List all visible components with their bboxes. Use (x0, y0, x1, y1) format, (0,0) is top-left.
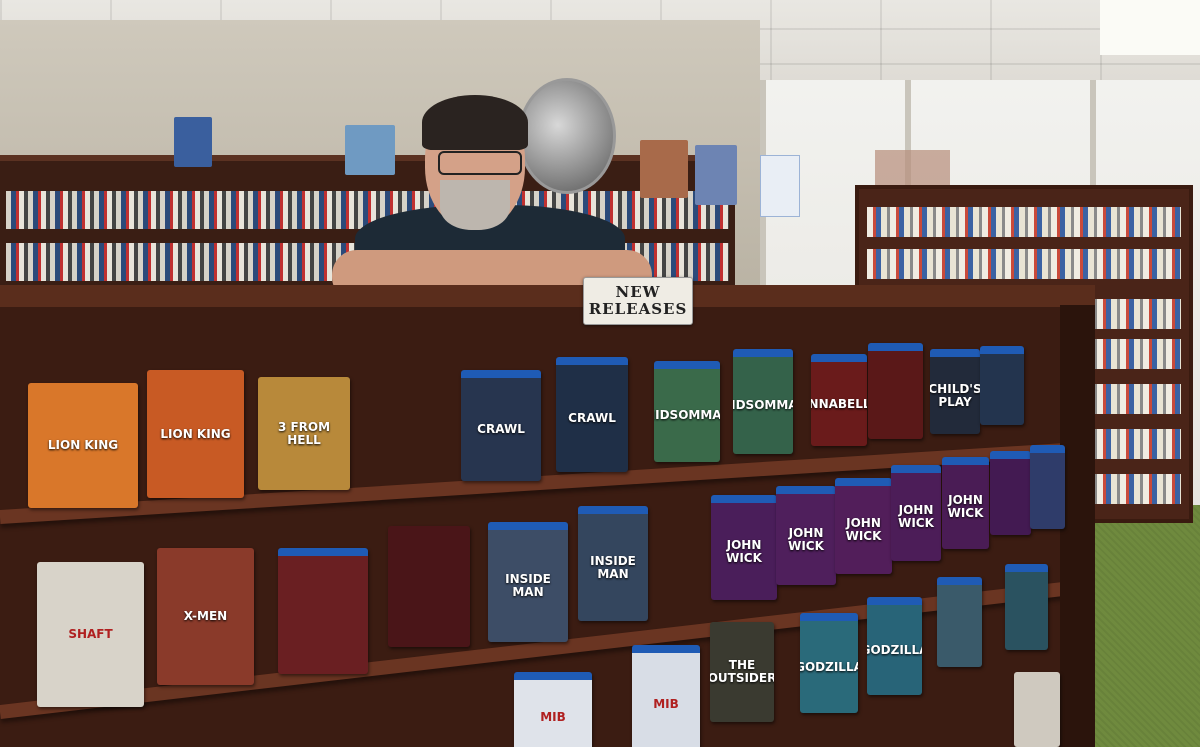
beard (440, 180, 510, 230)
dvd-title: LION KING (160, 426, 231, 441)
dvd-title: JOHN WICK (788, 525, 824, 553)
dvd-title: JOHN WICK (947, 493, 984, 520)
dvd-title: LION KING (47, 438, 119, 452)
green-carpet (1085, 505, 1200, 747)
dvd-title: JOHN WICK (726, 537, 762, 565)
dvd-case: JOHN WICK (776, 486, 836, 585)
dvd-title: 3 FROM HELL (277, 419, 331, 447)
outside-building (875, 150, 950, 190)
dvd-title: MIDSOMMAR (733, 398, 793, 412)
store-scene: NEW RELEASES LION KING LION KING 3 FROM HE… (0, 0, 1200, 747)
dvd-title: X-MEN (183, 609, 228, 623)
dvd-title: GODZILLA (867, 642, 922, 657)
dvd-title: THE OUTSIDER (710, 658, 774, 685)
dvd-case (980, 346, 1024, 425)
dvd-case: JOHN WICK (891, 465, 941, 561)
dvd-title: INSIDE MAN (590, 553, 636, 581)
dvd-case: CHILD'S PLAY (930, 349, 980, 434)
sign-line-2: RELEASES (588, 300, 688, 318)
dvd-case: 3 FROM HELL (258, 377, 350, 490)
dvd-title: CRAWL (568, 411, 616, 425)
dvd-title: ANNABELLE (811, 396, 867, 411)
dvd-case: SHAFT (37, 562, 144, 707)
dvd-case (1030, 445, 1065, 529)
dvd-title: JOHN WICK (898, 503, 934, 530)
dvd-case (868, 343, 923, 439)
dvd-title: GODZILLA (800, 659, 858, 674)
dvd-case: X-MEN (157, 548, 254, 685)
store-owner (330, 95, 652, 305)
dvd-case: MIDSOMMAR (654, 361, 720, 462)
dvd-case: THE OUTSIDER (710, 622, 774, 722)
dvd-case: CRAWL (461, 370, 541, 481)
dvd-title: MIB (540, 710, 566, 724)
window-poster (760, 155, 800, 217)
dvd-title: JOHN WICK (845, 516, 882, 543)
dvd-case: INSIDE MAN (578, 506, 648, 621)
dvd-case: MIDSOMMAR (733, 349, 793, 454)
dvd-case: LION KING (147, 370, 244, 498)
poster-decor (695, 145, 737, 205)
new-releases-sign: NEW RELEASES (583, 277, 693, 325)
dvd-case: JOHN WICK (835, 478, 892, 574)
dvd-title: MIB (653, 696, 679, 711)
shelf-row (867, 207, 1181, 237)
dvd-case: LION KING (28, 383, 138, 508)
dvd-case: MIB (632, 645, 700, 747)
rack-top (0, 285, 1095, 307)
dvd-case: ANNABELLE (811, 354, 867, 446)
dvd-case: GODZILLA (867, 597, 922, 695)
hair (422, 95, 528, 150)
dvd-title: CHILD'S PLAY (930, 381, 980, 409)
dvd-title: CRAWL (477, 422, 525, 436)
ceiling-light (1100, 0, 1200, 55)
dvd-case (278, 548, 368, 674)
dvd-case (1005, 564, 1048, 650)
dvd-case: MIB (514, 672, 592, 747)
dvd-title: MIDSOMMAR (654, 408, 720, 422)
dvd-title: SHAFT (68, 627, 113, 641)
dvd-case: JOHN WICK (711, 495, 777, 600)
poster-decor (174, 117, 212, 167)
dvd-case (1014, 672, 1060, 747)
dvd-case: INSIDE MAN (488, 522, 568, 642)
dvd-case: CRAWL (556, 357, 628, 472)
sign-line-1: NEW (615, 283, 661, 301)
dvd-case (937, 577, 982, 667)
dvd-case (388, 526, 470, 647)
dvd-title: INSIDE MAN (505, 572, 551, 599)
dvd-case: GODZILLA (800, 613, 858, 713)
shelf-row (867, 249, 1181, 279)
dvd-case: JOHN WICK (942, 457, 989, 549)
glasses (438, 151, 522, 175)
rack-endcap (1060, 305, 1095, 747)
dvd-case (990, 451, 1031, 535)
